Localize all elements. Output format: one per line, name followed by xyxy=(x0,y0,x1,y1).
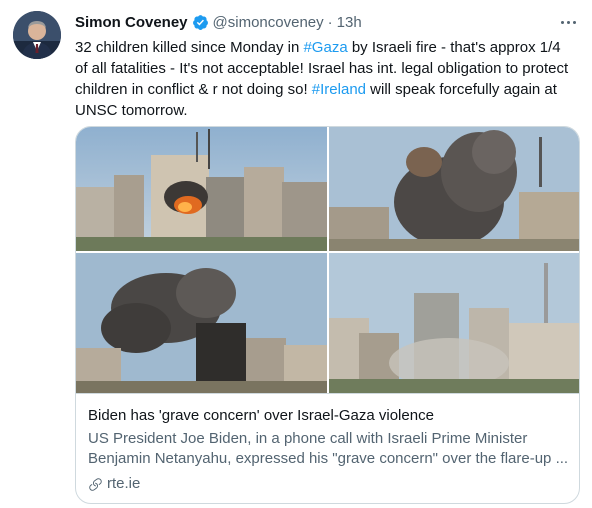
tweet-header: Simon Coveney @simoncoveney · 13h xyxy=(75,11,362,33)
tweet-text: 32 children killed since Monday in #Gaza… xyxy=(75,37,575,121)
card-domain[interactable]: rte.ie xyxy=(88,474,140,494)
avatar[interactable] xyxy=(13,11,61,59)
collage-divider xyxy=(76,251,579,253)
hashtag-link[interactable]: #Gaza xyxy=(303,39,347,56)
link-icon xyxy=(88,477,103,492)
separator-dot: · xyxy=(327,13,333,31)
card-domain-text[interactable]: rte.ie xyxy=(107,474,140,494)
news-photo xyxy=(76,127,327,251)
author-handle[interactable]: @simoncoveney xyxy=(213,14,324,31)
news-photo xyxy=(76,253,327,393)
news-photo xyxy=(329,127,579,251)
verified-badge-icon xyxy=(192,14,209,31)
link-card[interactable]: Biden has 'grave concern' over Israel-Ga… xyxy=(75,126,580,504)
hashtag-link[interactable]: #Ireland xyxy=(312,81,366,98)
more-options-icon[interactable] xyxy=(558,12,578,32)
card-image[interactable] xyxy=(76,127,579,393)
author-name[interactable]: Simon Coveney xyxy=(75,14,188,31)
news-photo xyxy=(329,253,579,393)
collage-divider xyxy=(327,127,329,393)
card-body[interactable]: Biden has 'grave concern' over Israel-Ga… xyxy=(76,393,579,503)
tweet-text-segment: 32 children killed since Monday in xyxy=(75,39,304,56)
timestamp[interactable]: 13h xyxy=(337,14,362,31)
card-title[interactable]: Biden has 'grave concern' over Israel-Ga… xyxy=(88,406,568,426)
card-description: US President Joe Biden, in a phone call … xyxy=(88,430,569,467)
tweet[interactable]: Simon Coveney @simoncoveney · 13h 32 chi… xyxy=(0,0,592,508)
